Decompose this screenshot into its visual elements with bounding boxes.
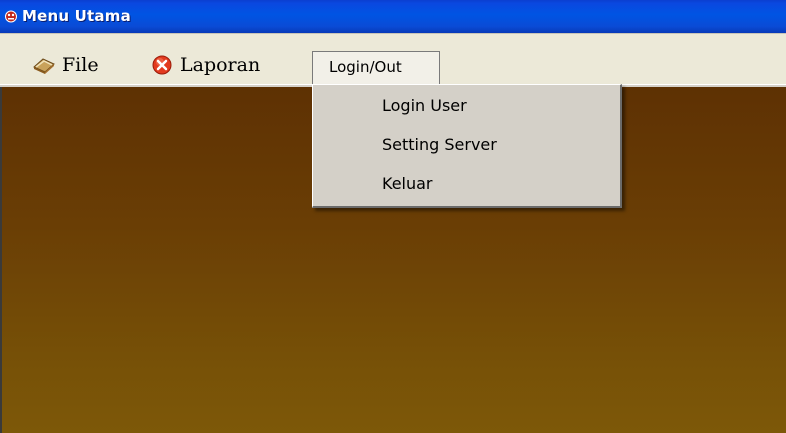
menu-bar: File Laporan Login/Out <box>0 33 786 87</box>
menu-laporan-label: Laporan <box>180 54 261 76</box>
menu-file-label: File <box>62 54 99 76</box>
app-bug-icon <box>5 10 17 23</box>
title-bar[interactable]: Menu Utama <box>0 0 786 33</box>
window-title: Menu Utama <box>22 7 131 25</box>
menu-item-keluar[interactable]: Keluar <box>382 171 433 197</box>
menu-file[interactable]: File <box>32 52 99 78</box>
book-icon <box>33 58 55 74</box>
menu-item-login-user[interactable]: Login User <box>382 93 467 119</box>
login-out-dropdown: Login User Setting Server Keluar <box>312 84 622 208</box>
menu-item-setting-server[interactable]: Setting Server <box>382 132 497 158</box>
menu-login-out[interactable]: Login/Out <box>312 51 440 84</box>
red-x-icon <box>152 55 172 75</box>
menu-laporan[interactable]: Laporan <box>150 52 260 78</box>
